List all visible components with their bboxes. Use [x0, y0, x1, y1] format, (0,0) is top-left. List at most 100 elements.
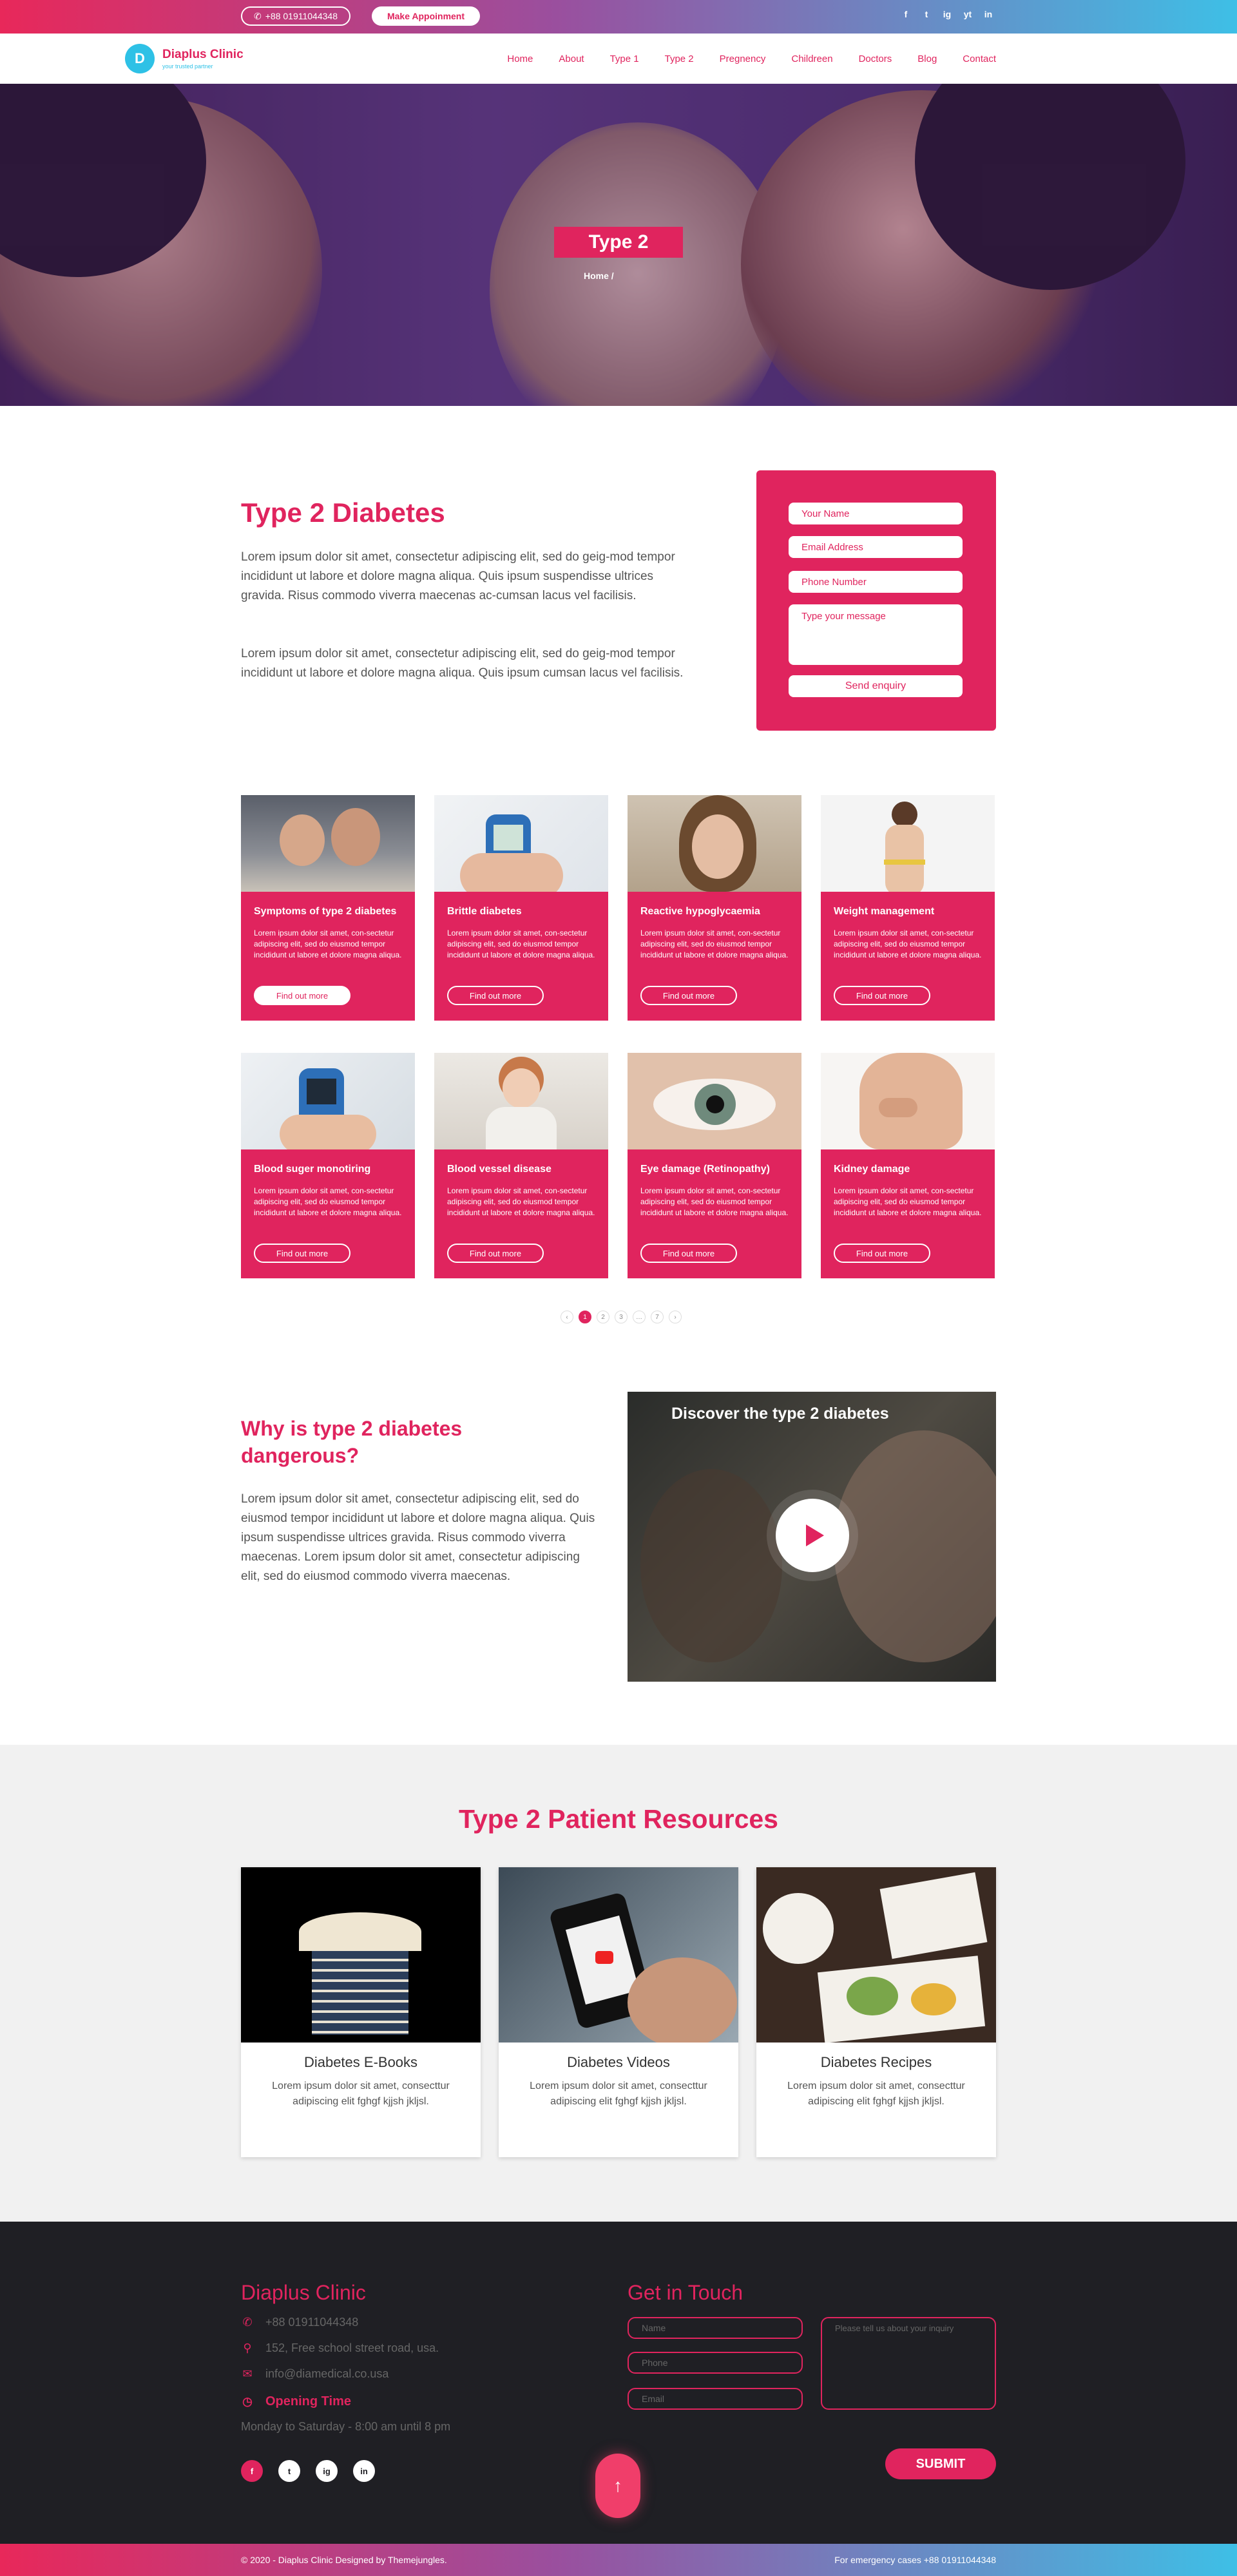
card-image	[241, 795, 415, 892]
resource-card-videos[interactable]: Diabetes Videos Lorem ipsum dolor sit am…	[499, 1867, 738, 2157]
footer-opening-time: ◷ Opening Time	[241, 2394, 351, 2409]
resource-card-recipes[interactable]: Diabetes Recipes Lorem ipsum dolor sit a…	[756, 1867, 996, 2157]
breadcrumb[interactable]: Home /	[584, 271, 614, 281]
phone-pill[interactable]: ✆ +88 01911044348	[241, 6, 350, 26]
card-image	[628, 795, 801, 892]
card-text: Lorem ipsum dolor sit amet, con-sectetur…	[834, 928, 982, 959]
instagram-icon[interactable]: ig	[316, 2460, 338, 2482]
intro-title: Type 2 Diabetes	[241, 497, 445, 528]
resource-text: Lorem ipsum dolor sit amet, consecttur a…	[272, 2081, 450, 2107]
resource-image	[499, 1867, 738, 2043]
pager-ellipsis: …	[633, 1311, 646, 1323]
resource-card-ebooks[interactable]: Diabetes E-Books Lorem ipsum dolor sit a…	[241, 1867, 481, 2157]
logo-title: Diaplus Clinic	[162, 48, 244, 61]
resource-image	[756, 1867, 996, 2043]
nav-home[interactable]: Home	[507, 53, 533, 64]
card-title: Eye damage (Retinopathy)	[640, 1164, 770, 1175]
site-logo[interactable]: D Diaplus Clinic your trusted partner	[125, 44, 244, 73]
send-enquiry-button[interactable]: Send enquiry	[789, 675, 963, 697]
intro-paragraph-1: Lorem ipsum dolor sit amet, consectetur …	[241, 550, 675, 602]
resource-title: Diabetes E-Books	[303, 2054, 418, 2070]
card-eye-damage: Eye damage (Retinopathy) Lorem ipsum dol…	[628, 1053, 801, 1278]
pager-next[interactable]: ›	[669, 1311, 682, 1323]
scroll-to-top-icon[interactable]: ↑	[595, 2454, 640, 2518]
card-text: Lorem ipsum dolor sit amet, con-sectetur…	[447, 1186, 595, 1217]
card-image	[628, 1053, 801, 1149]
card-image	[241, 1053, 415, 1149]
footer-email-input[interactable]: Email	[628, 2388, 803, 2410]
card-title: Symptoms of type 2 diabetes	[254, 906, 397, 917]
footer-email-text[interactable]: info@diamedical.co.usa	[265, 2367, 388, 2381]
footer-brand-title: Diaplus Clinic	[241, 2281, 366, 2304]
pager-page-1[interactable]: 1	[579, 1311, 591, 1323]
pager-page-7[interactable]: 7	[651, 1311, 664, 1323]
footer-inquiry-textarea[interactable]: Please tell us about your inquiry	[821, 2317, 996, 2410]
instagram-icon[interactable]: ig	[941, 9, 954, 19]
twitter-icon[interactable]: t	[920, 9, 933, 19]
nav-doctors[interactable]: Doctors	[859, 53, 892, 64]
card-blood-sugar-monitoring: Blood suger monotiring Lorem ipsum dolor…	[241, 1053, 415, 1278]
card-title: Blood vessel disease	[447, 1164, 551, 1175]
nav-pregnency[interactable]: Pregnency	[720, 53, 766, 64]
find-out-more-button[interactable]: Find out more	[447, 986, 544, 1005]
find-out-more-button[interactable]: Find out more	[447, 1244, 544, 1263]
linkedin-icon[interactable]: in	[982, 9, 995, 19]
opening-time-title: Opening Time	[265, 2394, 351, 2408]
email-field[interactable]: Email Address	[789, 536, 963, 558]
card-text: Lorem ipsum dolor sit amet, con-sectetur…	[640, 1186, 789, 1217]
pager-page-3[interactable]: 3	[615, 1311, 628, 1323]
nav-blog[interactable]: Blog	[917, 53, 937, 64]
play-icon[interactable]	[776, 1499, 849, 1572]
find-out-more-button[interactable]: Find out more	[254, 1244, 350, 1263]
linkedin-icon[interactable]: in	[353, 2460, 375, 2482]
nav-about[interactable]: About	[559, 53, 584, 64]
footer-submit-button[interactable]: SUBMIT	[885, 2448, 996, 2479]
facebook-icon[interactable]: f	[899, 9, 912, 19]
bottom-bar: © 2020 - Diaplus Clinic Designed by Them…	[0, 2544, 1237, 2576]
card-brittle-diabetes: Brittle diabetes Lorem ipsum dolor sit a…	[434, 795, 608, 1021]
location-pin-icon: ⚲	[243, 2341, 252, 2354]
top-social-links: f t ig yt in	[899, 9, 995, 19]
hero-title: Type 2	[554, 227, 683, 258]
name-field[interactable]: Your Name	[789, 503, 963, 524]
nav-contact[interactable]: Contact	[963, 53, 996, 64]
youtube-icon[interactable]: yt	[961, 9, 974, 19]
nav-childreen[interactable]: Childreen	[791, 53, 832, 64]
phone-icon: ✆	[254, 10, 262, 21]
video-title: Discover the type 2 diabetes	[671, 1405, 889, 1423]
pager-prev[interactable]: ‹	[561, 1311, 573, 1323]
pager-page-2[interactable]: 2	[597, 1311, 609, 1323]
nav-type-2[interactable]: Type 2	[665, 53, 694, 64]
footer-name-input[interactable]: Name	[628, 2317, 803, 2339]
phone-number: +88 01911044348	[265, 11, 338, 21]
resource-title: Diabetes Videos	[567, 2054, 670, 2070]
make-appointment-button[interactable]: Make Appoinment	[372, 6, 480, 26]
card-text: Lorem ipsum dolor sit amet, con-sectetur…	[254, 1186, 402, 1217]
find-out-more-button[interactable]: Find out more	[640, 1244, 737, 1263]
find-out-more-button[interactable]: Find out more	[834, 1244, 930, 1263]
resource-image	[241, 1867, 481, 2043]
why-title: Why is type 2 diabetes dangerous?	[241, 1417, 463, 1467]
phone-field[interactable]: Phone Number	[789, 571, 963, 593]
message-field[interactable]: Type your message	[789, 604, 963, 665]
card-text: Lorem ipsum dolor sit amet, con-sectetur…	[447, 928, 595, 959]
find-out-more-button[interactable]: Find out more	[254, 986, 350, 1005]
card-symptoms: Symptoms of type 2 diabetes Lorem ipsum …	[241, 795, 415, 1021]
card-title: Brittle diabetes	[447, 906, 522, 917]
find-out-more-button[interactable]: Find out more	[834, 986, 930, 1005]
facebook-icon[interactable]: f	[241, 2460, 263, 2482]
resource-text: Lorem ipsum dolor sit amet, consecttur a…	[787, 2081, 965, 2107]
footer-phone-input[interactable]: Phone	[628, 2352, 803, 2374]
video-thumbnail-person-2	[640, 1469, 782, 1662]
nav-type-1[interactable]: Type 1	[610, 53, 639, 64]
twitter-icon[interactable]: t	[278, 2460, 300, 2482]
video-player[interactable]: Discover the type 2 diabetes	[628, 1392, 996, 1682]
resource-text: Lorem ipsum dolor sit amet, consecttur a…	[530, 2081, 707, 2107]
enquiry-form: Your Name Email Address Phone Number Typ…	[756, 470, 996, 731]
phone-icon: ✆	[242, 2316, 253, 2329]
card-image	[434, 795, 608, 892]
card-text: Lorem ipsum dolor sit amet, con-sectetur…	[254, 928, 402, 959]
resources-title: Type 2 Patient Resources	[459, 1804, 778, 1834]
why-text: Lorem ipsum dolor sit amet, consectetur …	[241, 1492, 595, 1583]
find-out-more-button[interactable]: Find out more	[640, 986, 737, 1005]
